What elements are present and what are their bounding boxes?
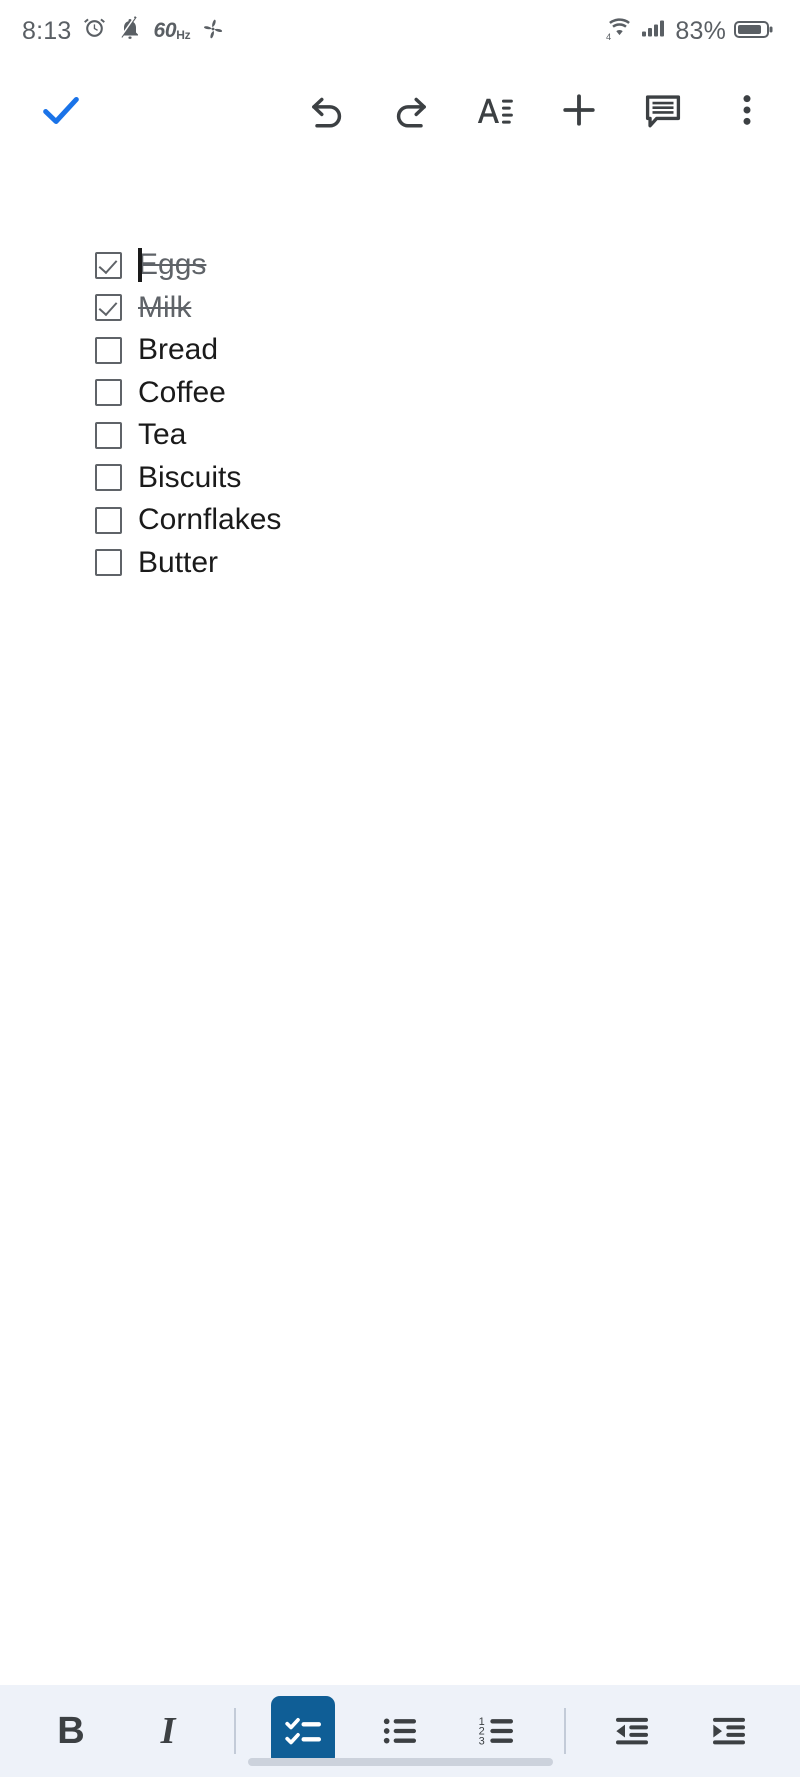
bold-label: B bbox=[57, 1710, 85, 1752]
text-cursor bbox=[138, 248, 142, 282]
checklist-item-label: Butter bbox=[138, 545, 219, 579]
done-checkmark-button[interactable] bbox=[30, 79, 92, 141]
battery-percent-label: 83% bbox=[675, 16, 726, 45]
home-indicator-wrap bbox=[0, 1758, 800, 1766]
alarm-icon bbox=[82, 16, 107, 46]
more-options-button[interactable] bbox=[716, 79, 778, 141]
wifi-icon: 4 bbox=[606, 16, 633, 46]
checklist-item-label: Milk bbox=[138, 290, 192, 324]
bulleted-list-button[interactable] bbox=[370, 1697, 432, 1765]
checkbox-unchecked-icon[interactable] bbox=[95, 549, 122, 577]
checklist-item-label: Eggs bbox=[138, 248, 207, 282]
document-body[interactable]: Eggs Milk Bread Coffee Tea Biscuits Cornflakes… bbox=[0, 158, 800, 1685]
numbered-list-button[interactable]: 1 2 3 bbox=[467, 1697, 529, 1765]
checklist-button[interactable] bbox=[271, 1696, 335, 1766]
undo-button[interactable] bbox=[296, 79, 358, 141]
decrease-indent-button[interactable] bbox=[601, 1697, 663, 1765]
checkbox-unchecked-icon[interactable] bbox=[95, 336, 122, 364]
insert-button[interactable] bbox=[548, 79, 610, 141]
checklist-item-label: Biscuits bbox=[138, 460, 242, 494]
checklist-item[interactable]: Milk bbox=[95, 287, 800, 330]
status-clock: 8:13 bbox=[22, 16, 72, 45]
refresh-rate-indicator: 60Hz bbox=[153, 19, 190, 43]
checklist-item[interactable]: Cornflakes bbox=[95, 499, 800, 542]
checklist-item[interactable]: Tea bbox=[95, 414, 800, 457]
bell-muted-icon bbox=[118, 16, 142, 46]
toolbar-divider-right bbox=[564, 1708, 566, 1754]
status-bar-left: 8:13 60Hz bbox=[22, 16, 225, 46]
checklist: Eggs Milk Bread Coffee Tea Biscuits Cornflakes… bbox=[0, 244, 800, 584]
comment-button[interactable] bbox=[632, 79, 694, 141]
checklist-item-label: Cornflakes bbox=[138, 503, 282, 537]
checklist-item[interactable]: Bread bbox=[95, 329, 800, 372]
refresh-rate-unit: Hz bbox=[176, 28, 191, 42]
home-indicator[interactable] bbox=[247, 1758, 553, 1766]
checklist-item-label: Tea bbox=[138, 418, 187, 452]
format-text-button[interactable] bbox=[464, 79, 526, 141]
checkbox-checked-icon[interactable] bbox=[95, 251, 122, 279]
checklist-item-label: Bread bbox=[138, 333, 219, 367]
checkbox-unchecked-icon[interactable] bbox=[95, 421, 122, 449]
toolbar-divider-left bbox=[234, 1708, 236, 1754]
checkbox-checked-icon[interactable] bbox=[95, 294, 122, 322]
cellular-signal-icon bbox=[641, 16, 667, 46]
increase-indent-button[interactable] bbox=[698, 1697, 760, 1765]
status-bar-right: 4 83% bbox=[606, 16, 774, 46]
checklist-item[interactable]: Coffee bbox=[95, 372, 800, 415]
refresh-rate-value: 60 bbox=[153, 19, 177, 42]
status-bar: 8:13 60Hz 4 83% bbox=[0, 0, 800, 62]
checklist-item[interactable]: Eggs bbox=[95, 244, 800, 287]
fan-icon bbox=[201, 17, 225, 46]
svg-text:3: 3 bbox=[479, 1736, 485, 1748]
bold-button[interactable]: B bbox=[40, 1697, 102, 1765]
italic-label: I bbox=[160, 1710, 176, 1752]
checklist-item-label: Coffee bbox=[138, 375, 226, 409]
checklist-item[interactable]: Butter bbox=[95, 542, 800, 585]
checkbox-unchecked-icon[interactable] bbox=[95, 506, 122, 534]
italic-button[interactable]: I bbox=[137, 1697, 199, 1765]
svg-text:4: 4 bbox=[606, 32, 611, 41]
checkbox-unchecked-icon[interactable] bbox=[95, 379, 122, 407]
battery-icon bbox=[734, 17, 774, 46]
checklist-item[interactable]: Biscuits bbox=[95, 457, 800, 500]
redo-button[interactable] bbox=[380, 79, 442, 141]
app-toolbar bbox=[0, 62, 800, 158]
checkbox-unchecked-icon[interactable] bbox=[95, 464, 122, 492]
app-window: 8:13 60Hz 4 83% Eggs Milk Bread Coffee T… bbox=[0, 0, 800, 1777]
